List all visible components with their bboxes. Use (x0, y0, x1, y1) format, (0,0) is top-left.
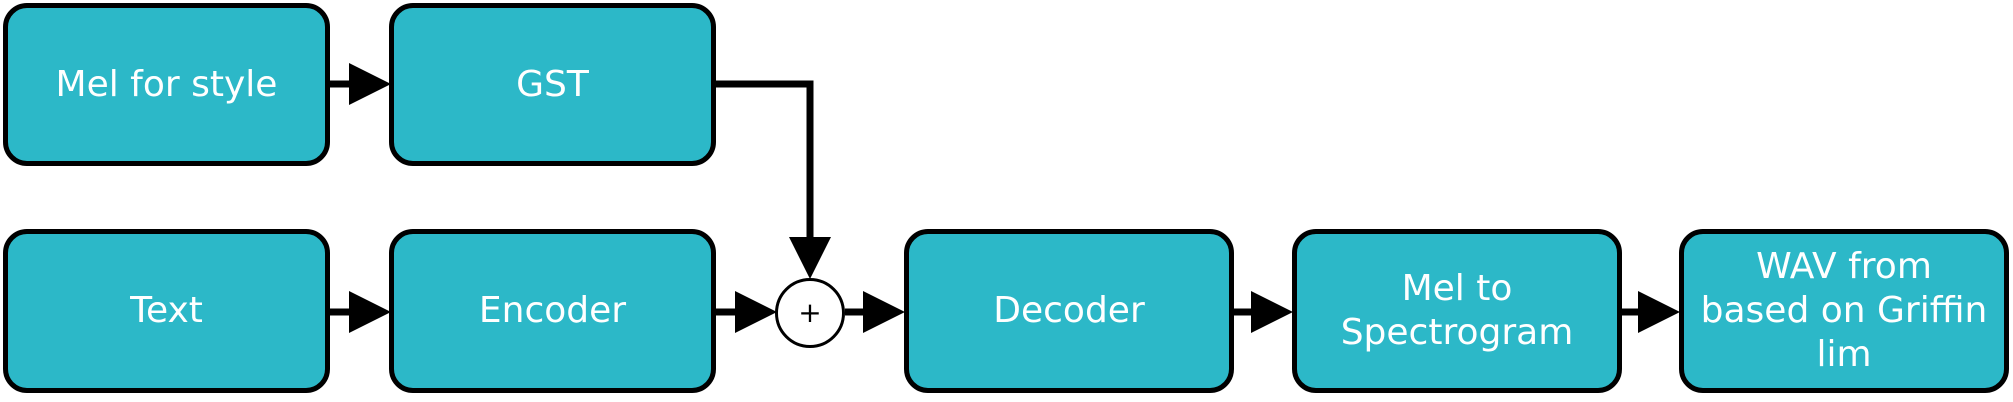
mel-for-style-label: Mel for style (55, 63, 278, 105)
sum-node: + (775, 278, 845, 348)
mel-to-spectrogram-line-2: Spectrogram (1340, 312, 1574, 353)
wav-griffin-lim-label: WAV from based on Griffin lim (1701, 245, 1988, 377)
decoder-box: Decoder (904, 229, 1234, 393)
mel-to-spectrogram-label: Mel to Spectrogram (1341, 267, 1574, 355)
sum-symbol: + (798, 296, 822, 329)
arrow-gst-to-sum (716, 80, 831, 279)
gst-box: GST (389, 3, 716, 166)
gst-label: GST (516, 63, 589, 105)
wav-line-3: lim (1816, 334, 1872, 375)
wav-line-2: based on Griffin (1700, 290, 1988, 331)
mel-to-spectrogram-line-1: Mel to (1401, 268, 1513, 309)
text-label: Text (130, 290, 203, 331)
text-box: Text (3, 229, 330, 393)
mel-to-spectrogram-box: Mel to Spectrogram (1292, 229, 1622, 393)
encoder-label: Encoder (478, 290, 627, 331)
wav-line-1: WAV from (1756, 246, 1932, 287)
wav-griffin-lim-box: WAV from based on Griffin lim (1679, 229, 2009, 393)
decoder-label: Decoder (993, 290, 1145, 331)
encoder-box: Encoder (389, 229, 716, 393)
mel-for-style-box: Mel for style (3, 3, 330, 166)
